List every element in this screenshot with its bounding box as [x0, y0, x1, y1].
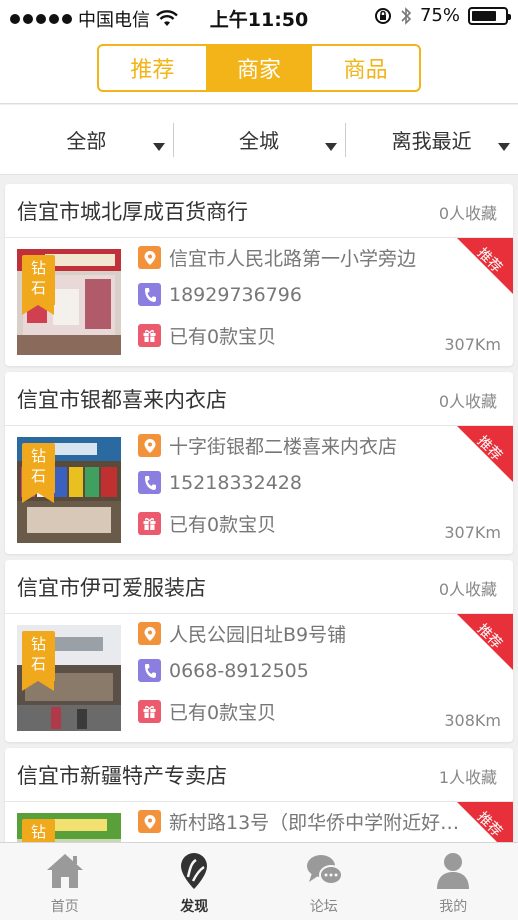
- store-favorites-count: 1人收藏: [438, 768, 497, 787]
- dropdown-caret-icon: [152, 143, 165, 151]
- store-distance: 308Km: [444, 711, 501, 730]
- segment-tab-merchants[interactable]: 商家: [205, 46, 313, 90]
- tab-discover[interactable]: 发现: [130, 843, 260, 920]
- store-card[interactable]: 信宜市银都喜来内衣店 0人收藏 钻石 十字街银都二楼喜来内衣店 15218332…: [5, 372, 513, 554]
- store-favorites-count: 0人收藏: [438, 204, 497, 223]
- tab-profile-label: 我的: [439, 899, 468, 915]
- store-address: 人民公园旧址B9号铺: [169, 624, 347, 646]
- store-card-body: 钻石 信宜市人民北路第一小学旁边 18929736796 已有0款宝贝 307K…: [5, 238, 513, 366]
- rotation-lock-icon: [374, 7, 391, 24]
- phone-icon: [138, 471, 161, 494]
- store-phone-row[interactable]: 15218332428: [138, 471, 302, 494]
- store-card-header: 信宜市伊可爱服装店 0人收藏: [5, 560, 513, 614]
- store-address: 新村路13号（即华侨中学附近好…: [169, 812, 460, 834]
- profile-person-icon: [437, 853, 470, 889]
- segment-control: 推荐 商家 商品: [97, 44, 421, 92]
- home-icon: [46, 854, 83, 888]
- store-products-row: 已有0款宝贝: [138, 322, 276, 349]
- rank-ribbon: 钻石: [22, 255, 55, 315]
- store-address: 十字街银都二楼喜来内衣店: [169, 436, 398, 458]
- rank-ribbon: 钻石: [22, 631, 55, 691]
- filter-area-label: 全城: [239, 129, 279, 153]
- tab-home[interactable]: 首页: [0, 843, 130, 920]
- store-address-row: 十字街银都二楼喜来内衣店: [138, 432, 397, 459]
- rank-label: 钻石: [30, 259, 46, 297]
- store-name: 信宜市伊可爱服装店: [17, 576, 206, 600]
- location-pin-icon: [138, 246, 161, 269]
- store-distance: 307Km: [444, 523, 501, 542]
- store-name: 信宜市城北厚成百货商行: [17, 200, 248, 224]
- gift-icon: [138, 512, 161, 535]
- gift-icon: [138, 324, 161, 347]
- store-phone: 0668-8912505: [169, 659, 309, 682]
- store-photo: 钻石: [17, 437, 121, 543]
- store-products: 已有0款宝贝: [169, 326, 277, 348]
- store-card-header: 信宜市城北厚成百货商行 0人收藏: [5, 184, 513, 238]
- battery-icon: [468, 6, 511, 25]
- store-phone-row[interactable]: 18929736796: [138, 283, 302, 306]
- rank-label: 钻石: [30, 447, 46, 485]
- store-address-row: 信宜市人民北路第一小学旁边: [138, 244, 416, 271]
- store-address-row: 新村路13号（即华侨中学附近好…: [138, 808, 459, 835]
- store-address: 信宜市人民北路第一小学旁边: [169, 248, 417, 270]
- tab-forum-label: 论坛: [309, 899, 338, 915]
- store-address-row: 人民公园旧址B9号铺: [138, 620, 346, 647]
- bottom-tab-bar: 首页 发现 论坛 我的: [0, 842, 518, 920]
- store-card-body: 钻石 十字街银都二楼喜来内衣店 15218332428 已有0款宝贝 307Km…: [5, 426, 513, 554]
- forum-chat-icon: [306, 855, 343, 885]
- store-phone: 15218332428: [169, 471, 302, 494]
- rank-label: 钻石: [30, 635, 46, 673]
- tab-profile[interactable]: 我的: [389, 843, 518, 920]
- filter-category-dropdown[interactable]: 全部: [0, 105, 173, 174]
- store-card-header: 信宜市新疆特产专卖店 1人收藏: [5, 748, 513, 802]
- store-products-row: 已有0款宝贝: [138, 510, 276, 537]
- store-card[interactable]: 信宜市城北厚成百货商行 0人收藏 钻石 信宜市人民北路第一小学旁边 189297…: [5, 184, 513, 366]
- store-name: 信宜市新疆特产专卖店: [17, 764, 227, 788]
- store-card-header: 信宜市银都喜来内衣店 0人收藏: [5, 372, 513, 426]
- location-pin-icon: [138, 434, 161, 457]
- status-right: 75%: [374, 5, 511, 26]
- segment-tab-products[interactable]: 商品: [312, 46, 419, 90]
- store-photo: 钻石: [17, 625, 121, 731]
- store-products: 已有0款宝贝: [169, 702, 277, 724]
- filter-area-dropdown[interactable]: 全城: [172, 105, 346, 174]
- top-header: 推荐 商家 商品: [0, 34, 518, 104]
- dropdown-caret-icon: [325, 143, 338, 151]
- store-photo: 钻石: [17, 249, 121, 355]
- filter-category-label: 全部: [66, 129, 107, 153]
- store-products-row: 已有0款宝贝: [138, 698, 276, 725]
- filter-sort-label: 离我最近: [391, 129, 472, 153]
- battery-percent: 75%: [419, 5, 460, 26]
- tab-discover-label: 发现: [180, 899, 209, 915]
- dropdown-caret-icon: [498, 143, 511, 151]
- tab-home-label: 首页: [50, 899, 79, 915]
- phone-icon: [138, 659, 161, 682]
- store-products: 已有0款宝贝: [169, 514, 277, 536]
- rank-ribbon: 钻石: [22, 443, 55, 503]
- location-pin-icon: [138, 810, 161, 833]
- store-favorites-count: 0人收藏: [438, 580, 497, 599]
- gift-icon: [138, 700, 161, 723]
- filter-sort-dropdown[interactable]: 离我最近: [345, 105, 518, 174]
- store-card-body: 钻石 人民公园旧址B9号铺 0668-8912505 已有0款宝贝 308Km …: [5, 614, 513, 742]
- store-name: 信宜市银都喜来内衣店: [17, 388, 227, 412]
- store-favorites-count: 0人收藏: [438, 392, 497, 411]
- status-bar: 中国电信 上午11:50 75%: [0, 0, 518, 34]
- store-card[interactable]: 信宜市伊可爱服装店 0人收藏 钻石 人民公园旧址B9号铺 0668-891250…: [5, 560, 513, 742]
- bluetooth-icon: [401, 6, 412, 25]
- segment-tab-recommend[interactable]: 推荐: [99, 46, 206, 90]
- store-phone-row[interactable]: 0668-8912505: [138, 659, 309, 682]
- store-phone: 18929736796: [169, 283, 302, 306]
- store-distance: 307Km: [444, 335, 501, 354]
- tab-forum[interactable]: 论坛: [259, 843, 389, 920]
- phone-icon: [138, 283, 161, 306]
- discover-pin-icon: [181, 853, 208, 889]
- location-pin-icon: [138, 622, 161, 645]
- filter-bar: 全部 全城 离我最近: [0, 105, 518, 175]
